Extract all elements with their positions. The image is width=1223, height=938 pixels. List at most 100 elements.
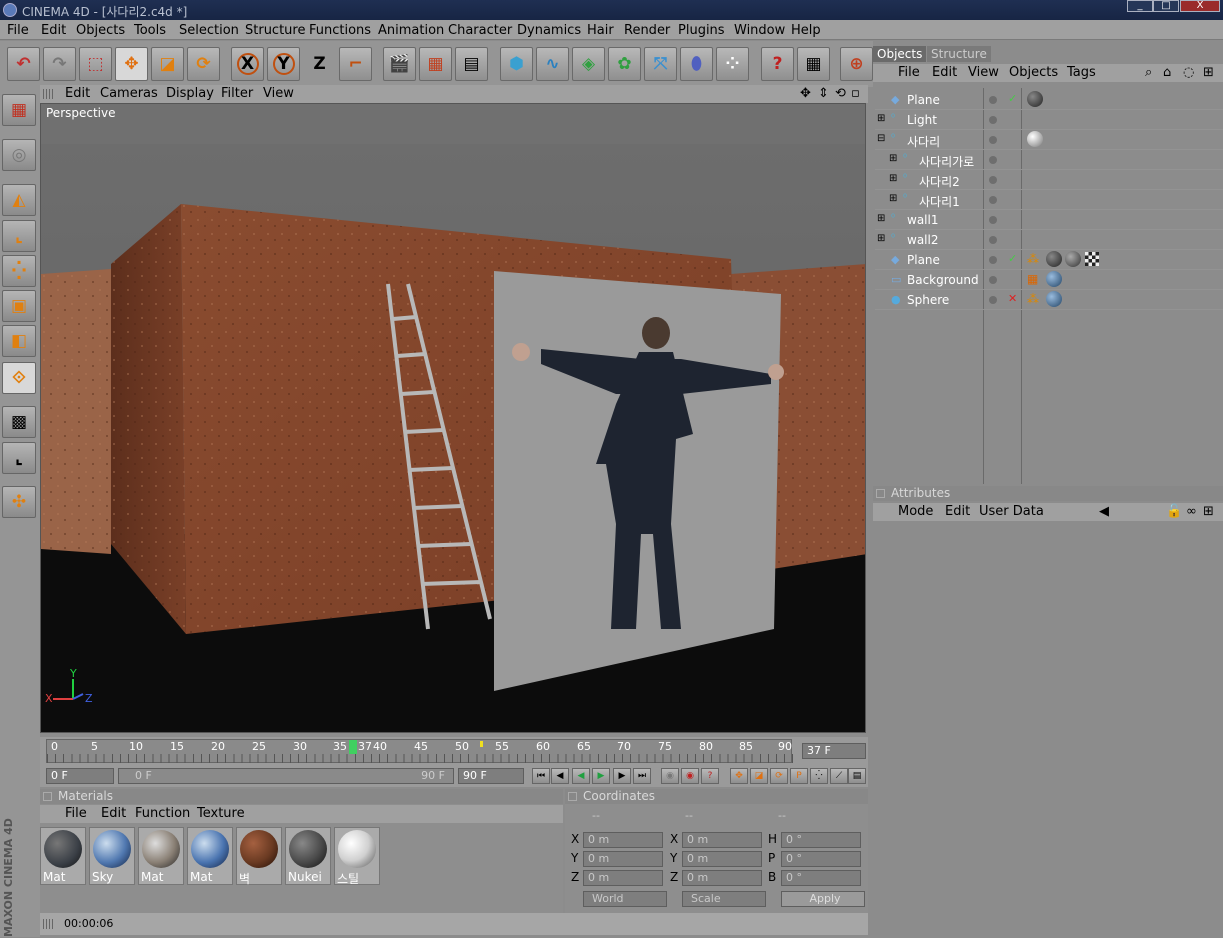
- object-row-ladder2[interactable]: ⊞ ⁰ 사다리2: [875, 170, 1223, 190]
- menu-tools[interactable]: Tools: [134, 23, 166, 38]
- attr-menu-edit[interactable]: Edit: [945, 503, 970, 520]
- expand-icon[interactable]: ⊞: [889, 153, 897, 164]
- material-swatch[interactable]: Mat: [138, 827, 184, 885]
- object-row-ladder[interactable]: ⊟ ⁰ 사다리: [875, 130, 1223, 150]
- menu-structure[interactable]: Structure: [245, 23, 305, 38]
- menu-animation[interactable]: Animation: [378, 23, 444, 38]
- material-swatch[interactable]: Nukei: [285, 827, 331, 885]
- menu-plugins[interactable]: Plugins: [678, 23, 725, 38]
- scene-icon[interactable]: ⬮: [680, 47, 713, 81]
- material-tag-icon[interactable]: [1027, 91, 1043, 107]
- checkmark-icon[interactable]: ✓: [1008, 92, 1017, 105]
- material-swatch[interactable]: Mat: [40, 827, 86, 885]
- panel-close-icon[interactable]: [43, 792, 52, 801]
- polygons-tool-icon[interactable]: ◧: [2, 325, 36, 357]
- material-swatch[interactable]: Mat: [187, 827, 233, 885]
- play-forward-icon[interactable]: ▶: [592, 768, 610, 784]
- mat-menu-texture[interactable]: Texture: [197, 805, 245, 822]
- rotate-icon[interactable]: ⟳: [187, 47, 220, 81]
- material-tag-icon[interactable]: [1046, 251, 1062, 267]
- 3d-viewport[interactable]: Perspective Y X Z: [40, 103, 866, 733]
- editor-visibility-dot[interactable]: [989, 136, 997, 144]
- rotation-key-icon[interactable]: ⟳: [770, 768, 788, 784]
- scale-y-field[interactable]: 0 m: [682, 851, 762, 867]
- axis-tool-icon[interactable]: ⌞: [2, 220, 36, 252]
- menu-window[interactable]: Window: [734, 23, 785, 38]
- timeline[interactable]: 0 5 10 15 20 25 30 35 37 40 45 50 55 60 …: [40, 737, 868, 765]
- object-row-background[interactable]: ▭ Background ▦: [875, 270, 1223, 290]
- expand-icon[interactable]: ⊞: [889, 193, 897, 204]
- object-tool-icon[interactable]: ⟐: [2, 362, 36, 394]
- close-button[interactable]: X: [1180, 0, 1220, 12]
- particle-icon[interactable]: ⁘: [716, 47, 749, 81]
- tab-structure[interactable]: Structure: [927, 46, 991, 62]
- rotation-b-field[interactable]: 0 °: [781, 870, 861, 886]
- current-frame-field[interactable]: 37 F: [802, 743, 866, 759]
- playhead[interactable]: [349, 740, 357, 754]
- attr-menu-mode[interactable]: Mode: [898, 503, 933, 520]
- menu-selection[interactable]: Selection: [179, 23, 239, 38]
- coord-mode-select[interactable]: World: [583, 891, 667, 907]
- texture-tool-icon[interactable]: ▩: [2, 406, 36, 438]
- material-tag-icon[interactable]: [1065, 251, 1081, 267]
- select-icon[interactable]: ⬚: [79, 47, 112, 81]
- texture-tag-icon[interactable]: [1085, 252, 1099, 266]
- editor-visibility-dot[interactable]: [989, 176, 997, 184]
- object-row-ladder1[interactable]: ⊞ ⁰ 사다리1: [875, 190, 1223, 210]
- scale-x-field[interactable]: 0 m: [682, 832, 762, 848]
- editor-visibility-dot[interactable]: [989, 296, 997, 304]
- autokey-icon[interactable]: ◉: [681, 768, 699, 784]
- apply-button[interactable]: Apply: [781, 891, 865, 907]
- scale-key-icon[interactable]: ◪: [750, 768, 768, 784]
- rotation-p-field[interactable]: 0 °: [781, 851, 861, 867]
- disabled-x-icon[interactable]: ✕: [1008, 292, 1017, 305]
- position-x-field[interactable]: 0 m: [583, 832, 663, 848]
- render-settings-icon[interactable]: ▤: [455, 47, 488, 81]
- obj-menu-view[interactable]: View: [968, 64, 999, 81]
- layout-icon[interactable]: ▦: [2, 94, 36, 126]
- material-swatch[interactable]: 벽: [236, 827, 282, 886]
- world-icon[interactable]: ◎: [2, 139, 36, 171]
- display-tag-icon[interactable]: ▦: [1027, 272, 1038, 286]
- x-axis-button[interactable]: X: [231, 47, 264, 81]
- pan-icon[interactable]: ✥: [800, 86, 811, 101]
- editor-visibility-dot[interactable]: [989, 236, 997, 244]
- object-row-wall2[interactable]: ⊞ ⁰ wall2: [875, 230, 1223, 250]
- new-window-icon[interactable]: ⊞: [1203, 503, 1214, 520]
- vp-menu-view[interactable]: View: [263, 86, 294, 101]
- expand-icon[interactable]: ⊞: [877, 233, 885, 244]
- render-region-icon[interactable]: ▦: [419, 47, 452, 81]
- position-key-icon[interactable]: ✥: [730, 768, 748, 784]
- menu-dynamics[interactable]: Dynamics: [517, 23, 581, 38]
- menu-render[interactable]: Render: [624, 23, 670, 38]
- vp-menu-edit[interactable]: Edit: [65, 86, 90, 101]
- compositing-tag-icon[interactable]: ⁂: [1027, 252, 1039, 266]
- orbit-icon[interactable]: ⟲: [835, 86, 846, 101]
- interpolation-icon[interactable]: ⟋: [830, 768, 848, 784]
- vp-menu-filter[interactable]: Filter: [221, 86, 253, 101]
- expand-icon[interactable]: ⊞: [889, 173, 897, 184]
- search-icon[interactable]: ⌕: [1145, 64, 1152, 81]
- position-z-field[interactable]: 0 m: [583, 870, 663, 886]
- editor-visibility-dot[interactable]: [989, 276, 997, 284]
- expand-icon[interactable]: ⊞: [877, 113, 885, 124]
- menu-functions[interactable]: Functions: [309, 23, 371, 38]
- dolly-icon[interactable]: ⇕: [818, 86, 829, 101]
- object-row-plane2[interactable]: ◆ Plane ✓ ⁂: [875, 250, 1223, 270]
- material-tag-icon[interactable]: [1027, 131, 1043, 147]
- menu-file[interactable]: File: [7, 23, 29, 38]
- render-view-icon[interactable]: 🎬: [383, 47, 416, 81]
- goto-start-icon[interactable]: ⏮: [532, 768, 550, 784]
- checkmark-icon[interactable]: ✓: [1008, 252, 1017, 265]
- prev-frame-icon[interactable]: ◀: [551, 768, 569, 784]
- spline-icon[interactable]: ∿: [536, 47, 569, 81]
- object-row-sphere[interactable]: ● Sphere ✕ ⁂: [875, 290, 1223, 310]
- points-tool-icon[interactable]: ⁛: [2, 255, 36, 287]
- menu-objects[interactable]: Objects: [76, 23, 125, 38]
- redo-icon[interactable]: ↷: [43, 47, 76, 81]
- position-y-field[interactable]: 0 m: [583, 851, 663, 867]
- obj-menu-objects[interactable]: Objects: [1009, 64, 1058, 81]
- deformer-icon[interactable]: ⤧: [644, 47, 677, 81]
- obj-menu-file[interactable]: File: [898, 64, 920, 81]
- back-arrow-icon[interactable]: ◀: [1099, 503, 1109, 520]
